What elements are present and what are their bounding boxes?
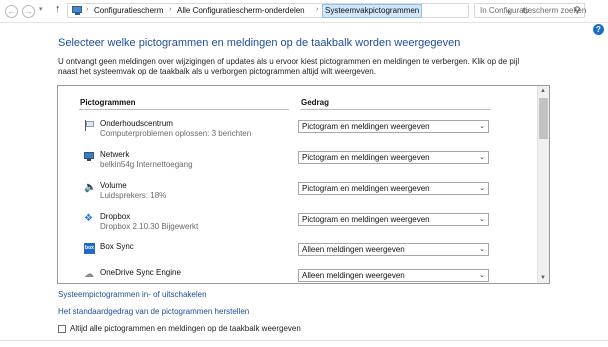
list-item: Onderhoudscentrum Computerproblemen oplo…	[58, 117, 538, 147]
item-name: Dropbox	[100, 212, 131, 221]
item-subtitle: Dropbox 2.10.30 Bijgewerkt	[100, 222, 199, 231]
header-divider	[300, 109, 490, 110]
behavior-value: Pictogram en meldingen weergeven	[302, 153, 430, 162]
item-name: OneDrive Sync Engine	[100, 268, 181, 277]
system-icons-link[interactable]: Systeempictogrammen in- of uitschakelen	[58, 290, 207, 299]
always-show-checkbox[interactable]	[58, 325, 66, 333]
network-monitor	[84, 152, 94, 159]
dropbox-icon: ❖	[84, 213, 93, 224]
back-arrow-icon[interactable]: ←	[5, 5, 18, 18]
item-name: Box Sync	[100, 242, 134, 251]
breadcrumb-item-all-items[interactable]: Alle Configuratiescherm-onderdelen	[177, 6, 305, 15]
chevron-down-icon[interactable]: ⌄	[479, 215, 485, 223]
bottom-divider	[0, 340, 608, 341]
behavior-value: Pictogram en meldingen weergeven	[302, 215, 430, 224]
breadcrumb-separator[interactable]: ›	[169, 6, 171, 13]
column-header-behavior: Gedrag	[301, 98, 330, 107]
behavior-select[interactable]: Pictogram en meldingen weergeven ⌄	[298, 151, 489, 164]
behavior-value: Pictogram en meldingen weergeven	[302, 184, 430, 193]
recent-locations-chevron-icon[interactable]: ▾	[39, 5, 43, 13]
breadcrumb[interactable]: › Configuratiescherm › Alle Configuratie…	[67, 3, 530, 18]
behavior-select[interactable]: Alleen meldingen weergeven ⌄	[298, 243, 489, 256]
item-subtitle: Luidsprekers: 18%	[100, 191, 167, 200]
speaker-icon: 🔈	[84, 182, 97, 193]
list-item: ☁ OneDrive Sync Engine Alleen meldingen …	[58, 266, 538, 283]
behavior-value: Alleen meldingen weergeven	[302, 271, 405, 280]
behavior-select[interactable]: Pictogram en meldingen weergeven ⌄	[298, 213, 489, 226]
list-item: Netwerk belkin54g Internettoegang Pictog…	[58, 148, 538, 178]
behavior-select[interactable]: Pictogram en meldingen weergeven ⌄	[298, 120, 489, 133]
item-name: Onderhoudscentrum	[100, 119, 173, 128]
search-input[interactable]: In Configuratiescherm zoeken ⚲	[474, 3, 587, 18]
breadcrumb-item-control-panel[interactable]: Configuratiescherm	[94, 6, 163, 15]
flag-icon	[84, 120, 95, 131]
scroll-down-arrow-icon[interactable]: ▼	[540, 275, 546, 281]
chevron-down-icon[interactable]: ⌄	[479, 245, 485, 253]
restore-default-link[interactable]: Het standaardgedrag van de pictogrammen …	[58, 307, 249, 316]
breadcrumb-separator[interactable]: ›	[316, 6, 318, 13]
item-name: Netwerk	[100, 150, 130, 159]
cloud-icon: ☁	[84, 269, 94, 280]
notification-icons-list: Pictogrammen Gedrag Onderhoudscentrum Co…	[57, 85, 550, 284]
forward-arrow-icon[interactable]: →	[22, 5, 35, 18]
behavior-value: Alleen meldingen weergeven	[302, 245, 405, 254]
scroll-up-arrow-icon[interactable]: ▲	[540, 88, 546, 94]
item-name: Volume	[100, 181, 127, 190]
network-monitor-base	[87, 159, 91, 161]
chevron-down-icon[interactable]: ⌄	[479, 184, 485, 192]
chevron-down-icon[interactable]: ⌄	[479, 122, 485, 130]
vertical-scrollbar[interactable]: ▲ ▼	[537, 86, 549, 283]
column-header-icons: Pictogrammen	[80, 98, 136, 107]
flag-cloth	[86, 121, 94, 127]
up-arrow-icon[interactable]: ↑	[55, 3, 61, 15]
network-icon	[84, 151, 95, 162]
item-subtitle: Computerproblemen oplossen: 3 berichten	[100, 129, 252, 138]
search-icon[interactable]: ⚲	[574, 5, 581, 16]
breadcrumb-item-notification-icons[interactable]: Systeemvakpictogrammen	[322, 4, 423, 18]
behavior-select[interactable]: Alleen meldingen weergeven ⌄	[298, 269, 489, 282]
item-subtitle: belkin54g Internettoegang	[100, 160, 193, 169]
list-item: 🔈 Volume Luidsprekers: 18% Pictogram en …	[58, 179, 538, 209]
page-description: U ontvangt geen meldingen over wijziging…	[58, 57, 520, 76]
behavior-select[interactable]: Pictogram en meldingen weergeven ⌄	[298, 182, 489, 195]
chevron-down-icon[interactable]: ⌄	[479, 271, 485, 279]
page-title: Selecteer welke pictogrammen en meldinge…	[58, 37, 461, 49]
header-divider	[79, 109, 289, 110]
address-bar: ← → ▾ ↑ › Configuratiescherm › Alle Conf…	[0, 0, 608, 23]
list-item: ❖ Dropbox Dropbox 2.10.30 Bijgewerkt Pic…	[58, 210, 538, 240]
scrollbar-thumb[interactable]	[539, 98, 548, 139]
control-panel-icon	[72, 6, 82, 13]
behavior-value: Pictogram en meldingen weergeven	[302, 122, 430, 131]
breadcrumb-separator[interactable]: ›	[86, 6, 88, 13]
box-sync-icon: box	[84, 243, 95, 254]
chevron-down-icon[interactable]: ⌄	[479, 153, 485, 161]
search-placeholder: In Configuratiescherm zoeken	[480, 6, 587, 15]
help-icon[interactable]: ?	[593, 24, 604, 35]
always-show-checkbox-label[interactable]: Altijd alle pictogrammen en meldingen op…	[70, 324, 301, 333]
control-panel-icon-stand	[75, 13, 80, 15]
